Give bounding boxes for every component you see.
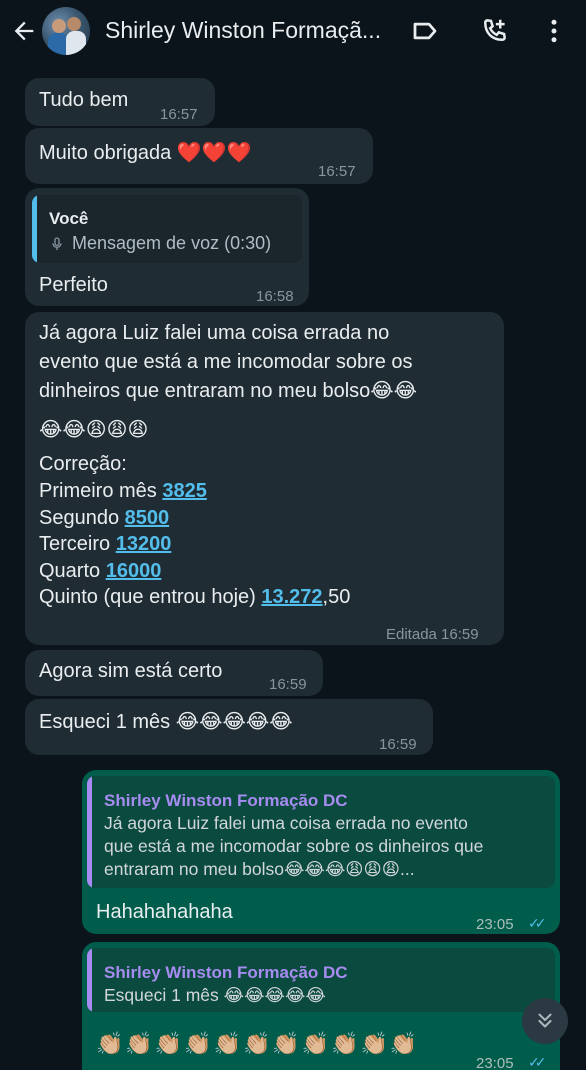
quote-author: Shirley Winston Formação DC	[104, 963, 348, 982]
correction-item: Primeiro mês 3825	[39, 480, 207, 502]
phone-number-link[interactable]: 8500	[125, 507, 170, 529]
message-line: dinheiros que entraram no meu bolso😂😂	[39, 380, 418, 402]
double-chevron-down-icon	[538, 1013, 552, 1028]
phone-number-link[interactable]: 13200	[116, 533, 172, 555]
message-text: Tudo bem	[39, 89, 129, 111]
message-line: evento que está a me incomodar sobre os	[39, 351, 413, 373]
add-call-icon[interactable]	[479, 16, 509, 46]
back-arrow-icon[interactable]	[10, 17, 38, 45]
chat-header: Shirley Winston Formaçã...	[0, 0, 586, 62]
message-time: 23:05	[476, 1055, 514, 1070]
more-vert-icon[interactable]	[539, 16, 569, 46]
message-bubble-incoming[interactable]: Você Mensagem de voz (0:30) Perfeito 16:…	[25, 188, 309, 306]
message-bubble-outgoing[interactable]: Shirley Winston Formação DC Já agora Lui…	[82, 770, 560, 934]
message-time: 16:59	[379, 736, 417, 753]
message-time: 16:58	[256, 288, 294, 305]
correction-item: Quinto (que entrou hoje) 13.272,50	[39, 586, 351, 608]
message-time: 16:57	[160, 106, 198, 123]
quote-author: Você	[49, 209, 89, 228]
message-bubble-incoming[interactable]: Já agora Luiz falei uma coisa errada no …	[25, 312, 504, 645]
label-icon[interactable]	[410, 16, 440, 46]
message-time-edited: Editada 16:59	[386, 626, 479, 643]
quote-author: Shirley Winston Formação DC	[104, 791, 348, 810]
message-bubble-incoming[interactable]: Esqueci 1 mês 😂😂😂😂😂 16:59	[25, 699, 433, 755]
contact-avatar[interactable]	[42, 7, 90, 55]
message-bubble-outgoing[interactable]: Shirley Winston Formação DC Esqueci 1 mê…	[82, 942, 560, 1070]
message-bubble-incoming[interactable]: Tudo bem 16:57	[25, 78, 215, 126]
quoted-message[interactable]: Shirley Winston Formação DC Já agora Lui…	[87, 776, 555, 888]
contact-name[interactable]: Shirley Winston Formaçã...	[105, 17, 395, 44]
correction-item: Segundo 8500	[39, 506, 170, 529]
quote-text: Já agora Luiz falei uma coisa errada no …	[104, 813, 484, 879]
quote-text: Esqueci 1 mês 😂😂😂😂😂	[104, 985, 326, 1005]
message-line: 😂😂😩😩😩	[39, 419, 149, 441]
correction-item: Terceiro 13200	[39, 533, 172, 555]
message-time: 23:05	[476, 916, 514, 933]
message-body: Já agora Luiz falei uma coisa errada no …	[39, 320, 499, 611]
phone-number-link[interactable]: 3825	[162, 480, 207, 502]
message-time: 16:57	[318, 163, 356, 180]
read-receipt-icon: ✓✓	[528, 915, 547, 931]
message-bubble-incoming[interactable]: Muito obrigada ❤️❤️❤️ 16:57	[25, 128, 373, 184]
message-time: 16:59	[269, 676, 307, 693]
phone-number-link[interactable]: 13.272	[261, 586, 322, 608]
quote-bar	[32, 195, 37, 263]
message-bubble-incoming[interactable]: Agora sim está certo 16:59	[25, 650, 323, 696]
message-text: Agora sim está certo	[39, 660, 223, 682]
quote-text: Mensagem de voz (0:30)	[72, 233, 272, 253]
message-text: Perfeito	[39, 274, 108, 296]
phone-number-link[interactable]: 16000	[106, 560, 162, 582]
quote-bar	[87, 776, 92, 888]
message-text: 👏🏼👏🏼👏🏼👏🏼👏🏼👏🏼👏🏼👏🏼👏🏼👏🏼👏🏼	[96, 1031, 420, 1056]
scroll-to-bottom-button[interactable]	[522, 998, 568, 1044]
message-text: Esqueci 1 mês 😂😂😂😂😂	[39, 711, 293, 733]
message-text: Muito obrigada ❤️❤️❤️	[39, 142, 252, 164]
quoted-message[interactable]: Shirley Winston Formação DC Esqueci 1 mê…	[87, 948, 555, 1012]
read-receipt-icon: ✓✓	[528, 1054, 547, 1070]
quote-bar	[87, 948, 92, 1012]
quoted-message[interactable]: Você Mensagem de voz (0:30)	[32, 195, 302, 263]
message-list[interactable]: Tudo bem 16:57 Muito obrigada ❤️❤️❤️ 16:…	[0, 62, 586, 1070]
message-text: Hahahahahaha	[96, 901, 233, 923]
microphone-icon	[52, 237, 62, 250]
message-line: Já agora Luiz falei uma coisa errada no	[39, 322, 390, 344]
correction-item: Quarto 16000	[39, 559, 162, 582]
message-line: Correção:	[39, 453, 127, 475]
